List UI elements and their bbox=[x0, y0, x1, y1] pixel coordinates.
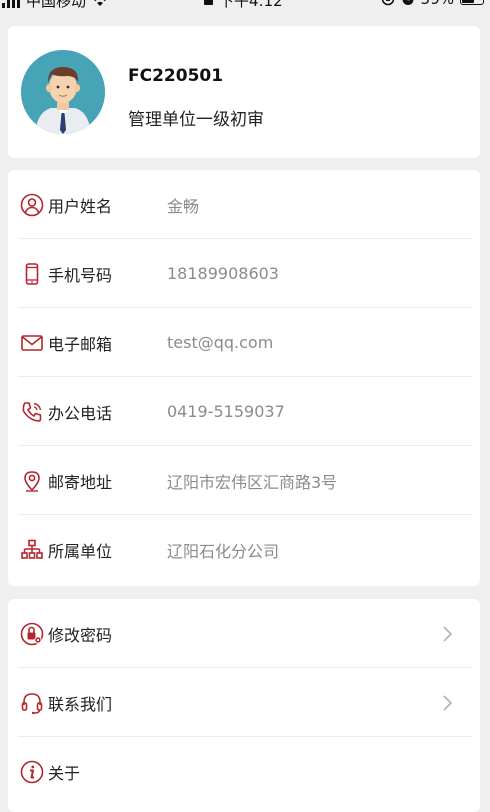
orientation-lock-icon bbox=[381, 0, 394, 6]
signal-icon bbox=[2, 0, 20, 8]
info-value: 金畅 bbox=[167, 196, 200, 216]
info-value: 0419-5159037 bbox=[167, 402, 285, 421]
menu-item-about[interactable]: 关于 bbox=[8, 737, 480, 806]
organization-icon bbox=[21, 539, 43, 559]
status-bar: 中国移动 下午4:12 59% bbox=[0, 0, 490, 12]
headset-icon bbox=[21, 692, 43, 714]
battery-icon bbox=[460, 0, 484, 5]
menu-label: 联系我们 bbox=[48, 694, 113, 714]
phone-icon bbox=[22, 401, 42, 422]
chevron-right-icon bbox=[443, 625, 453, 642]
mail-icon bbox=[21, 334, 43, 351]
user-code: FC220501 bbox=[128, 66, 224, 86]
user-info-card: 用户姓名 金畅 手机号码 18189908603 电子邮箱 test@qq.co… bbox=[8, 170, 480, 586]
info-row-name: 用户姓名 金畅 bbox=[8, 170, 480, 239]
info-row-organization: 所属单位 辽阳石化分公司 bbox=[8, 515, 480, 584]
info-value: 辽阳市宏伟区汇商路3号 bbox=[167, 472, 338, 492]
menu-item-change-password[interactable]: 修改密码 bbox=[8, 599, 480, 668]
settings-menu-card: 修改密码 联系我们 关于 bbox=[8, 599, 480, 812]
mobile-phone-icon bbox=[25, 262, 39, 285]
info-label: 邮寄地址 bbox=[48, 472, 113, 492]
lock-icon bbox=[204, 0, 213, 5]
alarm-icon bbox=[402, 0, 414, 5]
menu-label: 关于 bbox=[48, 763, 81, 783]
chevron-right-icon bbox=[443, 694, 453, 711]
time-label: 下午4:12 bbox=[219, 0, 283, 10]
menu-item-contact-us[interactable]: 联系我们 bbox=[8, 668, 480, 737]
avatar[interactable] bbox=[21, 50, 105, 134]
info-value: 辽阳石化分公司 bbox=[167, 541, 280, 561]
battery-percent: 59% bbox=[421, 0, 454, 8]
user-icon bbox=[20, 193, 44, 216]
lock-settings-icon bbox=[20, 622, 44, 645]
info-label: 办公电话 bbox=[48, 403, 113, 423]
info-row-email: 电子邮箱 test@qq.com bbox=[8, 308, 480, 377]
profile-card: FC220501 管理单位一级初审 bbox=[8, 26, 480, 158]
info-value: 18189908603 bbox=[167, 264, 279, 283]
info-icon bbox=[20, 760, 44, 783]
info-label: 所属单位 bbox=[48, 541, 113, 561]
user-role: 管理单位一级初审 bbox=[128, 110, 264, 130]
info-row-address: 邮寄地址 辽阳市宏伟区汇商路3号 bbox=[8, 446, 480, 515]
carrier-label: 中国移动 bbox=[26, 0, 87, 10]
info-row-office-phone: 办公电话 0419-5159037 bbox=[8, 377, 480, 446]
info-label: 手机号码 bbox=[48, 265, 113, 285]
info-value: test@qq.com bbox=[167, 333, 274, 352]
info-row-mobile: 手机号码 18189908603 bbox=[8, 239, 480, 308]
menu-label: 修改密码 bbox=[48, 625, 113, 645]
info-label: 电子邮箱 bbox=[48, 334, 113, 354]
location-pin-icon bbox=[24, 470, 40, 492]
wifi-icon bbox=[94, 0, 106, 6]
info-label: 用户姓名 bbox=[48, 196, 113, 216]
